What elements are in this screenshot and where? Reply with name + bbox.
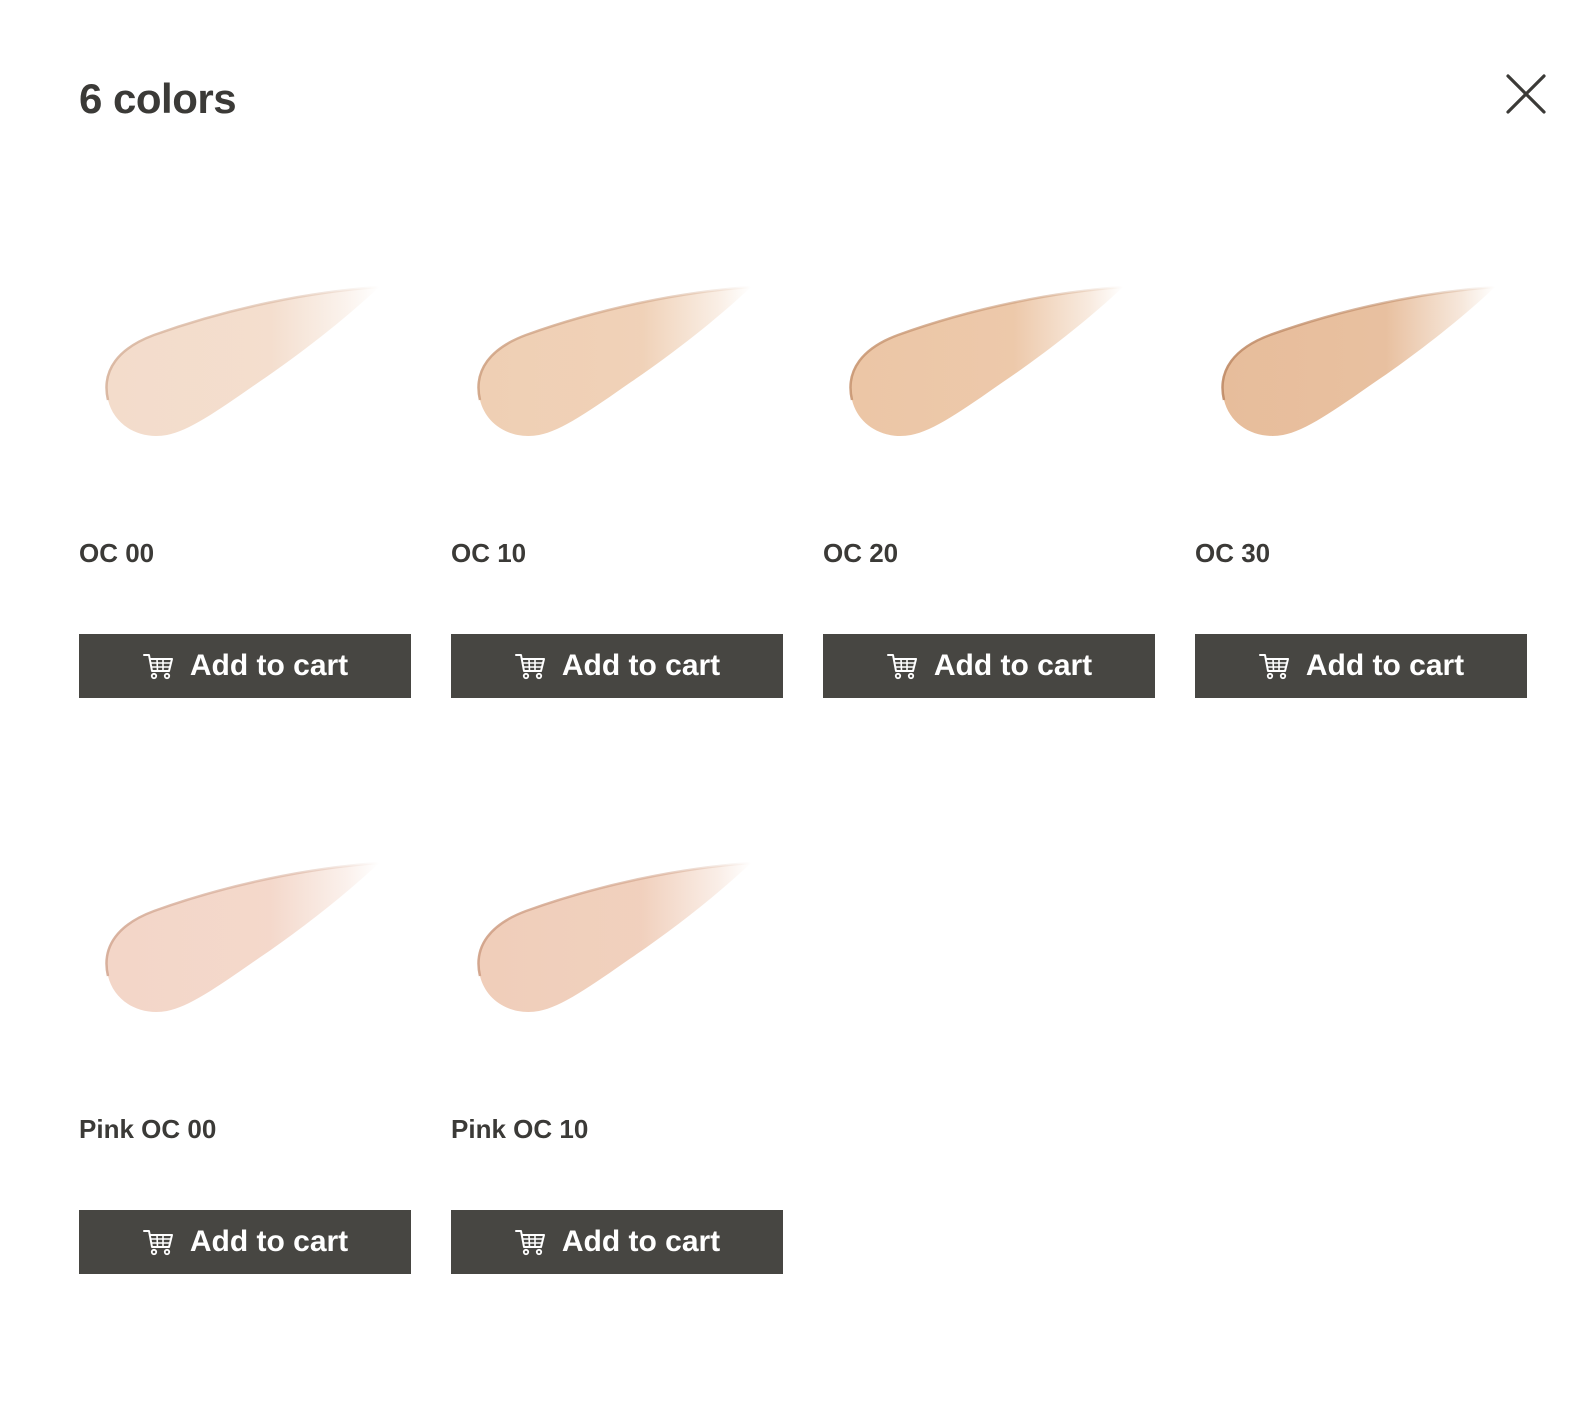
- swatch-smear: [849, 285, 1124, 436]
- swatch-name: OC 00: [79, 538, 155, 568]
- close-button[interactable]: [1503, 71, 1549, 117]
- add-to-cart-button[interactable]: Add to cart: [823, 634, 1155, 698]
- close-icon: [1503, 71, 1549, 117]
- swatch-card: Pink OC 10 Add to cart: [451, 816, 783, 1392]
- swatch-smear: [477, 285, 752, 436]
- swatch-image[interactable]: [823, 240, 1155, 490]
- swatch-name: OC 30: [1195, 538, 1271, 568]
- swatch-smear: [105, 861, 380, 1012]
- cart-icon: [886, 652, 918, 680]
- swatch-name: Pink OC 10: [451, 1114, 589, 1144]
- swatch-image[interactable]: [451, 816, 783, 1066]
- swatch-card: Pink OC 00 Add to cart: [79, 816, 411, 1392]
- add-to-cart-label: Add to cart: [189, 1225, 349, 1258]
- add-to-cart-label: Add to cart: [189, 649, 349, 682]
- swatch-image[interactable]: [1195, 240, 1527, 490]
- add-to-cart-label: Add to cart: [933, 649, 1093, 682]
- swatch-image[interactable]: [451, 240, 783, 490]
- add-to-cart-button[interactable]: Add to cart: [79, 634, 411, 698]
- add-to-cart-label: Add to cart: [561, 1225, 721, 1258]
- swatch-smear: [1221, 285, 1496, 436]
- cart-icon: [142, 1228, 174, 1256]
- swatch-grid: OC 00 Add to cart OC 10 Add to cart OC 2…: [79, 240, 1531, 1392]
- cart-icon: [142, 652, 174, 680]
- swatch-image[interactable]: [79, 240, 411, 490]
- modal-title: 6 colors: [79, 75, 237, 122]
- swatch-smear: [477, 861, 752, 1012]
- cart-icon: [514, 1228, 546, 1256]
- swatch-name: Pink OC 00: [79, 1114, 217, 1144]
- cart-icon: [1258, 652, 1290, 680]
- swatch-name: OC 10: [451, 538, 527, 568]
- add-to-cart-label: Add to cart: [561, 649, 721, 682]
- swatch-card: OC 00 Add to cart: [79, 240, 411, 816]
- add-to-cart-label: Add to cart: [1305, 649, 1465, 682]
- add-to-cart-button[interactable]: Add to cart: [451, 1210, 783, 1274]
- swatch-card: OC 20 Add to cart: [823, 240, 1155, 816]
- swatch-smear: [105, 285, 380, 436]
- add-to-cart-button[interactable]: Add to cart: [1195, 634, 1527, 698]
- swatch-name: OC 20: [823, 538, 899, 568]
- cart-icon: [514, 652, 546, 680]
- swatch-card: OC 30 Add to cart: [1195, 240, 1527, 816]
- color-picker-modal: 6 colors OC 00 Add to cart OC 10 Add to …: [0, 0, 1594, 1418]
- add-to-cart-button[interactable]: Add to cart: [79, 1210, 411, 1274]
- swatch-card: OC 10 Add to cart: [451, 240, 783, 816]
- add-to-cart-button[interactable]: Add to cart: [451, 634, 783, 698]
- swatch-image[interactable]: [79, 816, 411, 1066]
